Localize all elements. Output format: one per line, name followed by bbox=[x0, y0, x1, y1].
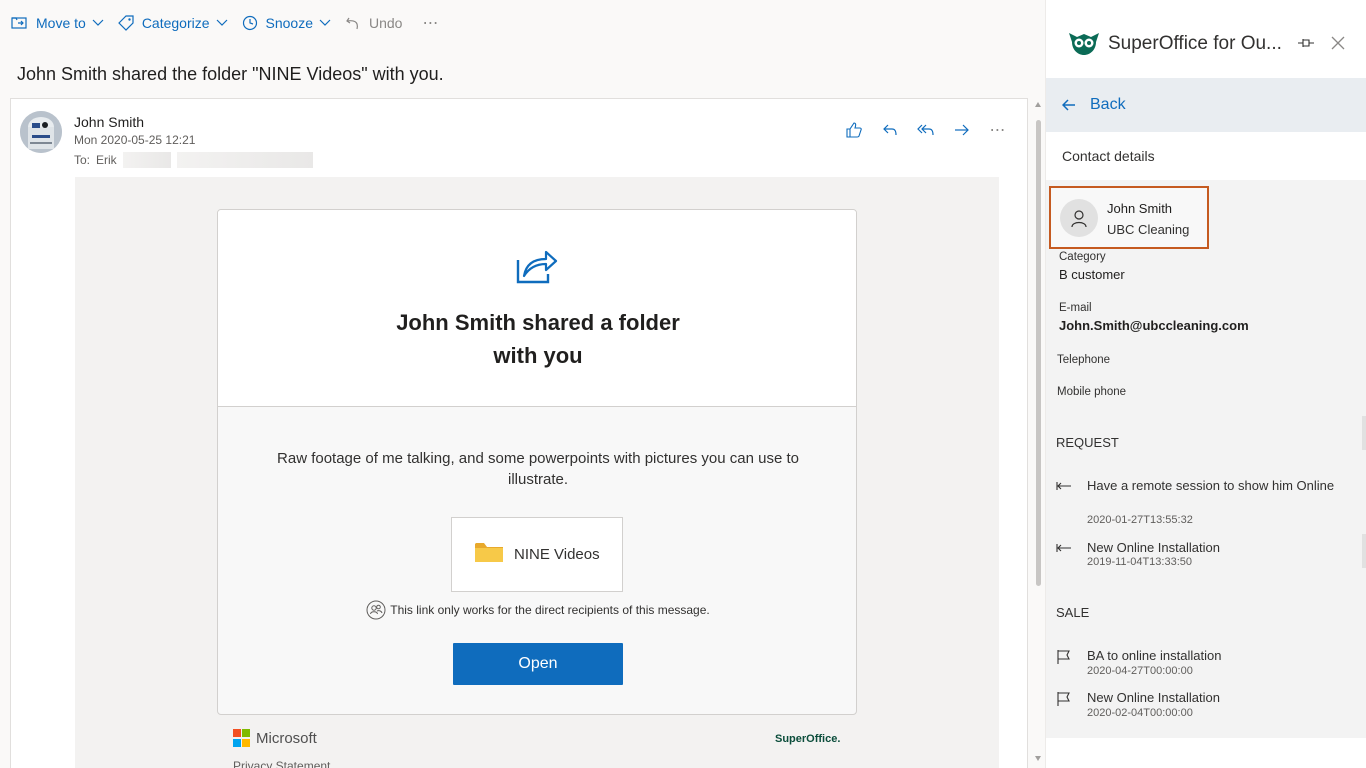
superoffice-logo: SuperOffice. bbox=[775, 733, 841, 745]
request-date: 2019-11-04T13:33:50 bbox=[1087, 556, 1192, 568]
command-toolbar: Move to Categorize Snooze Undo ⋯ bbox=[0, 0, 1045, 46]
share-card-header: John Smith shared a folder with you bbox=[218, 210, 856, 407]
addin-title: SuperOffice for Ou... bbox=[1108, 33, 1282, 54]
people-icon bbox=[366, 600, 386, 620]
undo-icon bbox=[343, 13, 363, 33]
sale-title: New Online Installation bbox=[1087, 690, 1220, 705]
addin-content: Back Contact details John Smith UBC Clea… bbox=[1046, 78, 1366, 738]
microsoft-grid-icon bbox=[233, 729, 251, 747]
request-section-title: REQUEST bbox=[1056, 435, 1119, 450]
share-title: John Smith shared a folder with you bbox=[218, 306, 856, 372]
request-date: 2020-01-27T13:55:32 bbox=[1087, 514, 1193, 526]
categorize-button[interactable]: Categorize bbox=[114, 8, 238, 38]
chevron-down-icon bbox=[216, 17, 228, 29]
person-icon bbox=[1060, 199, 1098, 237]
scrollbar-thumb[interactable] bbox=[1036, 120, 1041, 586]
move-to-label: Move to bbox=[36, 15, 86, 31]
microsoft-logo: Microsoft bbox=[233, 729, 317, 747]
email-value[interactable]: John.Smith@ubccleaning.com bbox=[1059, 318, 1249, 333]
back-button[interactable]: Back bbox=[1046, 78, 1366, 132]
request-arrow-icon bbox=[1056, 541, 1072, 555]
sale-title: BA to online installation bbox=[1087, 648, 1222, 663]
more-actions-button[interactable]: ⋯ bbox=[412, 13, 449, 33]
superoffice-owl-icon bbox=[1068, 30, 1100, 56]
close-icon[interactable] bbox=[1330, 35, 1346, 51]
mobile-phone-label: Mobile phone bbox=[1057, 386, 1127, 398]
sale-section-title: SALE bbox=[1056, 605, 1090, 620]
redacted-recipient bbox=[176, 152, 313, 168]
move-to-button[interactable]: Move to bbox=[8, 8, 114, 38]
addin-header: SuperOffice for Ou... bbox=[1046, 0, 1366, 80]
snooze-label: Snooze bbox=[265, 15, 313, 31]
undo-label: Undo bbox=[369, 15, 403, 31]
redacted-recipient bbox=[122, 152, 171, 168]
scroll-marker bbox=[1362, 416, 1366, 450]
back-arrow-icon bbox=[1062, 98, 1076, 112]
category-label: Category bbox=[1059, 251, 1106, 263]
message-scrollbar[interactable] bbox=[1034, 98, 1043, 768]
request-title: Have a remote session to show him Online bbox=[1087, 478, 1335, 493]
scroll-marker bbox=[1362, 534, 1366, 568]
like-icon[interactable] bbox=[843, 119, 865, 141]
flag-icon bbox=[1056, 649, 1072, 664]
to-label: To: bbox=[74, 153, 91, 167]
forward-icon[interactable] bbox=[951, 119, 973, 141]
snooze-button[interactable]: Snooze bbox=[238, 8, 341, 38]
telephone-label: Telephone bbox=[1057, 354, 1111, 366]
share-arrow-icon bbox=[514, 246, 558, 286]
message-card: John Smith Mon 2020-05-25 12:21 To: Erik bbox=[10, 98, 1028, 768]
scroll-down-arrow-icon[interactable] bbox=[1035, 756, 1041, 761]
mail-reading-pane: Move to Categorize Snooze Undo ⋯ John Sm… bbox=[0, 0, 1045, 768]
sale-date: 2020-02-04T00:00:00 bbox=[1087, 707, 1193, 719]
chevron-down-icon bbox=[319, 17, 331, 29]
sender-avatar[interactable] bbox=[20, 111, 62, 153]
message-subject: John Smith shared the folder "NINE Video… bbox=[17, 64, 444, 84]
recipient-name[interactable]: Erik bbox=[96, 153, 117, 167]
share-title-line-2: with you bbox=[493, 343, 583, 368]
email-label: E-mail bbox=[1059, 302, 1092, 314]
share-title-line-1: John Smith shared a folder bbox=[396, 310, 680, 335]
message-more-button[interactable]: ⋯ bbox=[987, 119, 1009, 141]
message-body: John Smith shared a folder with you Raw … bbox=[75, 177, 999, 768]
share-description: Raw footage of me talking, and some powe… bbox=[277, 450, 799, 488]
open-button[interactable]: Open bbox=[453, 643, 623, 685]
category-value: B customer bbox=[1059, 267, 1125, 282]
chevron-down-icon bbox=[92, 17, 104, 29]
sale-date: 2020-04-27T00:00:00 bbox=[1087, 665, 1193, 677]
contact-card[interactable]: John Smith UBC Cleaning bbox=[1049, 186, 1209, 249]
share-notification-card: John Smith shared a folder with you Raw … bbox=[217, 209, 857, 715]
request-title: New Online Installation bbox=[1087, 540, 1220, 555]
categorize-label: Categorize bbox=[141, 15, 210, 31]
link-restriction-note: This link only works for the direct reci… bbox=[218, 600, 856, 620]
contact-name: John Smith bbox=[1107, 201, 1173, 216]
contact-company: UBC Cleaning bbox=[1107, 222, 1190, 237]
folder-name: NINE Videos bbox=[514, 546, 600, 563]
reply-all-icon[interactable] bbox=[915, 119, 937, 141]
tag-icon bbox=[116, 13, 136, 33]
message-actions: ⋯ bbox=[843, 119, 1009, 141]
folder-icon bbox=[474, 540, 504, 569]
privacy-statement-link[interactable]: Privacy Statement bbox=[233, 759, 330, 768]
superoffice-addin-pane: SuperOffice for Ou... Back Contact detai… bbox=[1045, 0, 1366, 768]
shared-folder-link[interactable]: NINE Videos bbox=[451, 517, 623, 592]
flag-icon bbox=[1056, 691, 1072, 706]
scroll-up-arrow-icon[interactable] bbox=[1035, 102, 1041, 107]
undo-button[interactable]: Undo bbox=[341, 8, 412, 38]
message-date: Mon 2020-05-25 12:21 bbox=[74, 133, 196, 147]
link-note-text: This link only works for the direct reci… bbox=[390, 603, 710, 617]
pin-icon[interactable] bbox=[1297, 35, 1315, 51]
request-arrow-icon bbox=[1056, 479, 1072, 493]
reply-icon[interactable] bbox=[879, 119, 901, 141]
microsoft-label: Microsoft bbox=[256, 729, 317, 747]
sender-name[interactable]: John Smith bbox=[74, 114, 144, 130]
clock-icon bbox=[240, 13, 260, 33]
move-folder-icon bbox=[10, 13, 30, 33]
contact-details-heading: Contact details bbox=[1046, 132, 1366, 180]
recipient-line: To: Erik bbox=[74, 152, 313, 168]
app-root: Move to Categorize Snooze Undo ⋯ John Sm… bbox=[0, 0, 1366, 768]
back-label: Back bbox=[1090, 96, 1126, 113]
